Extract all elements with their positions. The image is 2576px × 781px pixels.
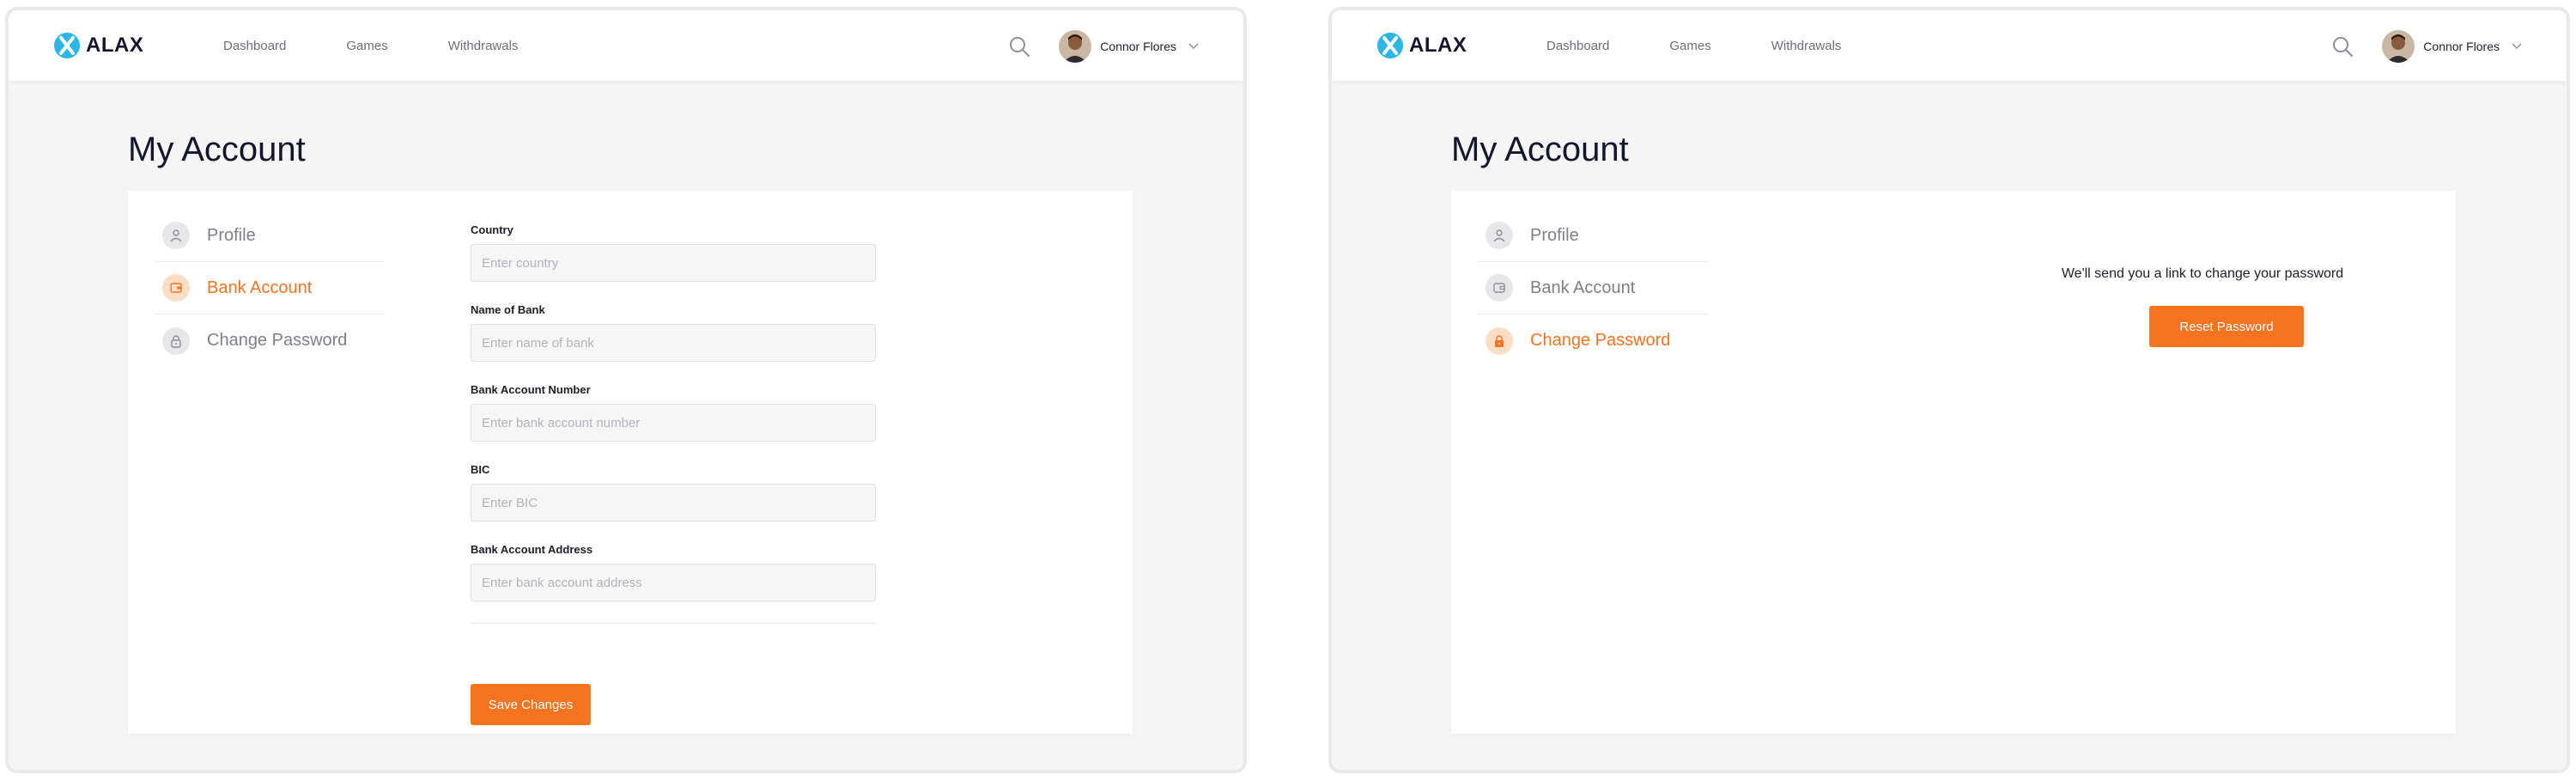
- top-navbar: ALAX Dashboard Games Withdrawals Connor …: [1332, 10, 2567, 81]
- search-icon[interactable]: [2331, 35, 2354, 58]
- search-icon[interactable]: [1008, 35, 1030, 58]
- screen-bank-account: ALAX Dashboard Games Withdrawals Connor …: [5, 7, 1247, 773]
- reset-password-panel: We'll send you a link to change your pas…: [1932, 191, 2473, 363]
- brand-logo[interactable]: ALAX: [1376, 31, 1467, 60]
- nav-games[interactable]: Games: [346, 39, 387, 53]
- brand-name: ALAX: [1409, 34, 1467, 57]
- bank-name-label: Name of Bank: [471, 303, 545, 316]
- menu-label-change-password: Change Password: [207, 331, 348, 350]
- reset-password-message: We'll send you a link to change your pas…: [2061, 266, 2344, 281]
- account-menu: Profile Bank Account Change Password: [1477, 210, 1709, 367]
- user-icon: [162, 222, 190, 249]
- user-menu[interactable]: Connor Flores: [1059, 29, 1199, 64]
- field-bank-name: Name of Bank: [471, 303, 876, 362]
- user-menu[interactable]: Connor Flores: [2382, 29, 2522, 64]
- page-title: My Account: [1451, 131, 1629, 168]
- nav-withdrawals[interactable]: Withdrawals: [1771, 39, 1842, 53]
- save-changes-button[interactable]: Save Changes: [471, 684, 591, 725]
- menu-item-profile[interactable]: Profile: [154, 210, 386, 262]
- account-menu: Profile Bank Account Change Password: [154, 210, 386, 367]
- form-divider: [471, 623, 876, 624]
- user-name: Connor Flores: [2423, 40, 2500, 53]
- logo-icon: [54, 33, 80, 58]
- main-nav: Dashboard Games Withdrawals: [1546, 10, 1901, 81]
- logo-icon: [1377, 33, 1403, 58]
- menu-item-change-password[interactable]: Change Password: [1477, 314, 1709, 367]
- field-account-number: Bank Account Number: [471, 383, 876, 442]
- account-card: Profile Bank Account Change Password We'…: [1451, 191, 2456, 734]
- brand-logo[interactable]: ALAX: [53, 31, 143, 60]
- user-icon: [1485, 222, 1513, 249]
- menu-item-bank-account[interactable]: Bank Account: [154, 262, 386, 314]
- bic-label: BIC: [471, 463, 490, 476]
- menu-item-profile[interactable]: Profile: [1477, 210, 1709, 262]
- account-number-label: Bank Account Number: [471, 383, 591, 396]
- lock-icon: [162, 326, 190, 355]
- menu-label-profile: Profile: [1530, 225, 1579, 245]
- nav-games[interactable]: Games: [1669, 39, 1710, 53]
- chevron-down-icon: [2512, 43, 2522, 50]
- screen-change-password: ALAX Dashboard Games Withdrawals Connor …: [1328, 7, 2570, 773]
- country-input[interactable]: [471, 244, 876, 282]
- menu-item-bank-account[interactable]: Bank Account: [1477, 262, 1709, 314]
- lock-icon: [1485, 326, 1513, 355]
- menu-label-bank-account: Bank Account: [1530, 278, 1636, 297]
- menu-label-bank-account: Bank Account: [207, 278, 313, 297]
- account-address-input[interactable]: [471, 564, 876, 601]
- avatar: [1059, 30, 1092, 63]
- bank-account-form: Country Name of Bank Bank Account Number…: [471, 223, 876, 725]
- menu-label-change-password: Change Password: [1530, 331, 1671, 350]
- account-number-input[interactable]: [471, 404, 876, 442]
- menu-label-profile: Profile: [207, 225, 256, 245]
- field-account-address: Bank Account Address: [471, 543, 876, 601]
- avatar: [2382, 30, 2415, 63]
- wallet-icon: [162, 274, 190, 302]
- main-nav: Dashboard Games Withdrawals: [223, 10, 578, 81]
- nav-dashboard[interactable]: Dashboard: [223, 39, 286, 53]
- account-address-label: Bank Account Address: [471, 543, 593, 556]
- chevron-down-icon: [1188, 43, 1199, 50]
- account-card: Profile Bank Account Change Password Cou…: [128, 191, 1133, 734]
- bank-name-input[interactable]: [471, 324, 876, 362]
- country-label: Country: [471, 223, 513, 236]
- top-navbar: ALAX Dashboard Games Withdrawals Connor …: [9, 10, 1243, 81]
- wallet-icon: [1485, 274, 1513, 302]
- nav-dashboard[interactable]: Dashboard: [1546, 39, 1609, 53]
- reset-password-button[interactable]: Reset Password: [2149, 306, 2304, 347]
- nav-withdrawals[interactable]: Withdrawals: [448, 39, 519, 53]
- menu-item-change-password[interactable]: Change Password: [154, 314, 386, 367]
- field-country: Country: [471, 223, 876, 282]
- user-name: Connor Flores: [1100, 40, 1176, 53]
- page-title: My Account: [128, 131, 306, 168]
- brand-name: ALAX: [86, 34, 144, 57]
- bic-input[interactable]: [471, 484, 876, 522]
- field-bic: BIC: [471, 463, 876, 522]
